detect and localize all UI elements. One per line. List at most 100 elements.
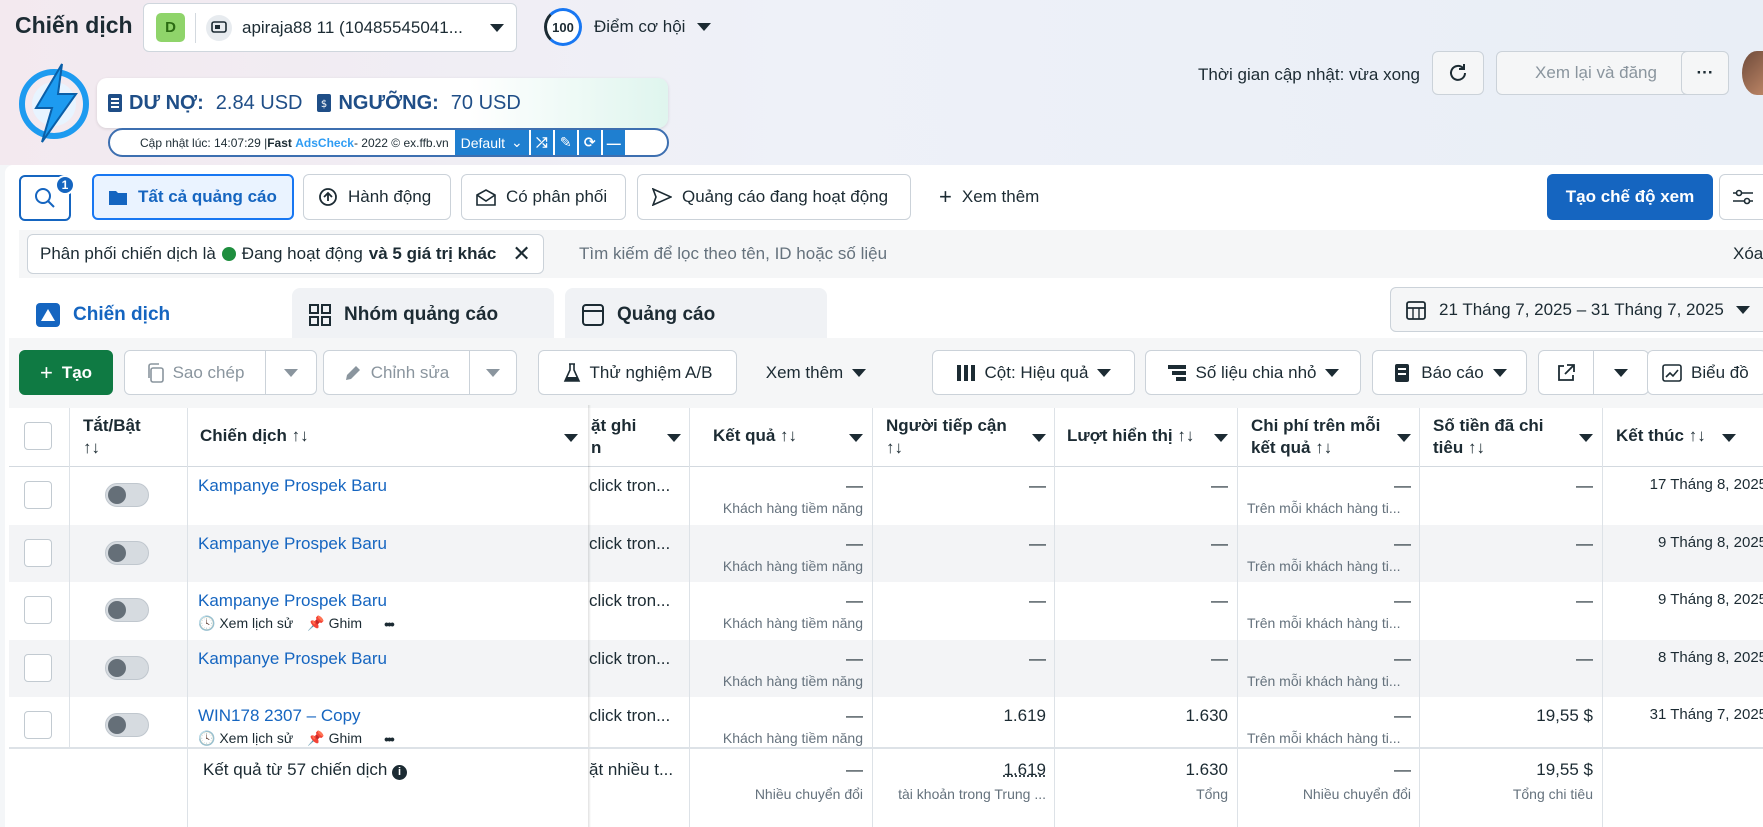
chevron-down-icon[interactable] (564, 434, 578, 442)
opportunity-score[interactable]: 100 Điểm cơ hội (544, 8, 711, 46)
column-impressions[interactable]: Lượt hiển thị ↑↓ (1067, 408, 1194, 468)
edit-dropdown[interactable] (469, 350, 517, 395)
cost-per-result-value: — (1238, 706, 1411, 726)
row-more-button[interactable]: ••• (384, 616, 393, 632)
tab-campaigns[interactable]: Chiến dịch (19, 288, 281, 342)
see-more-filters[interactable]: + Xem thêm (925, 174, 1065, 220)
campaign-toggle[interactable] (105, 598, 149, 622)
cost-per-result-type: Trên mỗi khách hàng ti... (1247, 673, 1402, 689)
date-range-picker[interactable]: 21 Tháng 7, 2025 – 31 Tháng 7, 2025 (1390, 287, 1763, 332)
info-icon[interactable]: i (392, 765, 407, 780)
column-attribution[interactable]: ặt ghi n (591, 408, 636, 468)
column-results[interactable]: Kết quả ↑↓ (713, 408, 797, 468)
shuffle-icon[interactable]: ⤮ (531, 130, 553, 155)
row-checkbox[interactable] (24, 654, 52, 682)
row-checkbox[interactable] (24, 539, 52, 567)
row-checkbox[interactable] (24, 596, 52, 624)
sort-icon: ↑↓ (886, 437, 1007, 459)
select-all-checkbox[interactable] (24, 422, 52, 450)
minimize-icon[interactable]: — (603, 130, 625, 155)
filter-all-ads[interactable]: Tất cả quảng cáo (92, 174, 294, 220)
column-toggle[interactable]: Tắt/Bật ↑↓ (83, 408, 141, 468)
close-icon[interactable]: ✕ (512, 241, 530, 267)
column-cost-per-result[interactable]: Chi phí trên mỗi kết quả ↑↓ (1251, 408, 1380, 468)
column-ends[interactable]: Kết thúc ↑↓ (1616, 408, 1706, 468)
tab-ad-sets[interactable]: Nhóm quảng cáo (292, 288, 554, 342)
columns-button[interactable]: Cột: Hiệu quả (932, 350, 1135, 395)
pin-icon: 📌 (307, 730, 324, 746)
column-campaign[interactable]: Chiến dịch ↑↓ (200, 408, 309, 468)
chevron-down-icon[interactable] (1397, 434, 1411, 442)
column-cpr-label-2: kết quả ↑↓ (1251, 437, 1380, 459)
row-checkbox[interactable] (24, 481, 52, 509)
chevron-down-icon[interactable] (849, 434, 863, 442)
column-spent-label: Số tiền đã chi (1433, 415, 1544, 437)
clear-filters-button[interactable]: Xóa (1733, 244, 1763, 264)
export-dropdown[interactable] (1593, 350, 1649, 395)
toolbar-see-more[interactable]: Xem thêm (751, 350, 881, 395)
columns-icon (956, 364, 976, 382)
refresh-icon[interactable]: ⟳ (579, 130, 601, 155)
date-range-value: 21 Tháng 7, 2025 – 31 Tháng 7, 2025 (1439, 300, 1724, 320)
summary-reach[interactable]: 1.619 (873, 760, 1046, 780)
settings-sliders-button[interactable] (1719, 174, 1763, 220)
result-value: — (690, 706, 863, 726)
toolbar-see-more-label: Xem thêm (766, 363, 843, 383)
reports-icon (1392, 363, 1412, 383)
account-selector[interactable]: D apiraja88 11 (10485545041... (143, 3, 517, 52)
row-checkbox[interactable] (24, 711, 52, 739)
edit-button[interactable]: Chỉnh sửa (323, 350, 470, 395)
status-dot-icon (222, 247, 236, 261)
filter-has-delivery[interactable]: Có phân phối (461, 174, 626, 220)
tab-ads[interactable]: Quảng cáo (565, 288, 827, 342)
tab-ads-label: Quảng cáo (617, 304, 715, 326)
search-icon (34, 187, 56, 209)
review-publish-button[interactable]: Xem lại và đăng (1496, 51, 1696, 95)
row-hover-tools: 🕓 Xem lịch sử 📌 Ghim ••• (198, 730, 393, 747)
chevron-down-icon[interactable] (1579, 434, 1593, 442)
column-reach[interactable]: Người tiếp cận ↑↓ (886, 408, 1007, 468)
create-button[interactable]: + Tạo (19, 350, 113, 395)
column-amount-spent[interactable]: Số tiền đã chi tiêu ↑↓ (1433, 408, 1544, 468)
campaign-toggle[interactable] (105, 541, 149, 565)
campaign-name-link[interactable]: Kampanye Prospek Baru (198, 476, 387, 496)
campaign-toggle[interactable] (105, 483, 149, 507)
end-date: 31 Tháng 7, 2025 (1603, 706, 1763, 723)
campaign-name-link[interactable]: Kampanye Prospek Baru (198, 534, 387, 554)
copy-button[interactable]: Sao chép (124, 350, 266, 395)
chart-button[interactable]: Biểu đồ (1647, 350, 1763, 395)
score-label: Điểm cơ hội (594, 17, 685, 37)
chevron-down-icon[interactable] (1214, 434, 1228, 442)
campaign-name-link[interactable]: Kampanye Prospek Baru (198, 591, 387, 611)
ad-account-icon (206, 15, 232, 41)
campaign-toggle[interactable] (105, 713, 149, 737)
filter-chip[interactable]: Phân phối chiến dịch là Đang hoạt động v… (27, 234, 544, 274)
chevron-down-icon[interactable] (1032, 434, 1046, 442)
reports-button[interactable]: Báo cáo (1372, 350, 1527, 395)
campaign-toggle[interactable] (105, 656, 149, 680)
refresh-button[interactable] (1432, 51, 1484, 95)
pin-link[interactable]: 📌 Ghim (307, 730, 362, 747)
profile-select[interactable]: Default ⌄ (455, 130, 529, 155)
impressions-value: 1.630 (1055, 706, 1228, 726)
chevron-down-icon[interactable] (1722, 434, 1736, 442)
chevron-down-icon[interactable] (667, 434, 681, 442)
export-button[interactable] (1538, 350, 1594, 395)
row-more-button[interactable]: ••• (384, 731, 393, 747)
breakdown-button[interactable]: Số liệu chia nhỏ (1145, 350, 1361, 395)
copy-label: Sao chép (173, 363, 245, 383)
pin-link[interactable]: 📌 Ghim (307, 615, 362, 632)
campaign-name-link[interactable]: WIN178 2307 – Copy (198, 706, 361, 726)
more-options-button[interactable]: ··· (1681, 51, 1729, 95)
filter-search-input[interactable]: Tìm kiếm để lọc theo tên, ID hoặc số liệ… (579, 244, 887, 264)
edit-icon[interactable]: ✎ (555, 130, 577, 155)
history-link[interactable]: 🕓 Xem lịch sử (198, 730, 293, 747)
filter-active-ads[interactable]: Quảng cáo đang hoạt động (637, 174, 911, 220)
create-view-button[interactable]: Tạo chế độ xem (1547, 174, 1713, 220)
filter-actions[interactable]: Hành động (303, 174, 451, 220)
copy-dropdown[interactable] (265, 350, 317, 395)
ab-test-button[interactable]: Thử nghiệm A/B (538, 350, 737, 395)
impressions-value: — (1055, 476, 1228, 496)
campaign-name-link[interactable]: Kampanye Prospek Baru (198, 649, 387, 669)
history-link[interactable]: 🕓 Xem lịch sử (198, 615, 293, 632)
